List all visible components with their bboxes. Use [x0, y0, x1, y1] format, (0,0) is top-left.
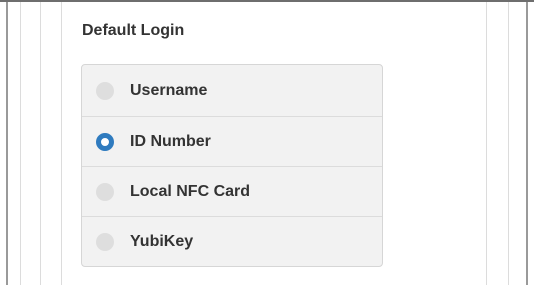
radio-option-yubikey[interactable]: YubiKey: [82, 216, 382, 266]
left-divider: [40, 2, 41, 285]
radio-option-local-nfc-card[interactable]: Local NFC Card: [82, 166, 382, 216]
left-divider: [20, 2, 21, 285]
radio-label: Local NFC Card: [130, 182, 251, 200]
default-login-radio-group: Username ID Number Local NFC Card YubiKe…: [81, 64, 383, 267]
radio-label: ID Number: [130, 132, 211, 150]
right-divider: [508, 2, 509, 285]
outer-left-border: [6, 2, 8, 285]
radio-option-username[interactable]: Username: [82, 65, 382, 116]
section-title: Default Login: [82, 22, 185, 39]
radio-option-id-number[interactable]: ID Number: [82, 116, 382, 166]
radio-label: YubiKey: [130, 232, 194, 250]
settings-frame: Default Login Username ID Number Local N…: [0, 0, 534, 285]
radio-button[interactable]: [96, 232, 114, 251]
outer-right-border: [526, 2, 528, 285]
panel-right-border: [486, 2, 487, 285]
radio-button[interactable]: [96, 132, 114, 151]
radio-button[interactable]: [96, 81, 114, 100]
radio-button[interactable]: [96, 182, 114, 201]
radio-label: Username: [130, 81, 208, 99]
